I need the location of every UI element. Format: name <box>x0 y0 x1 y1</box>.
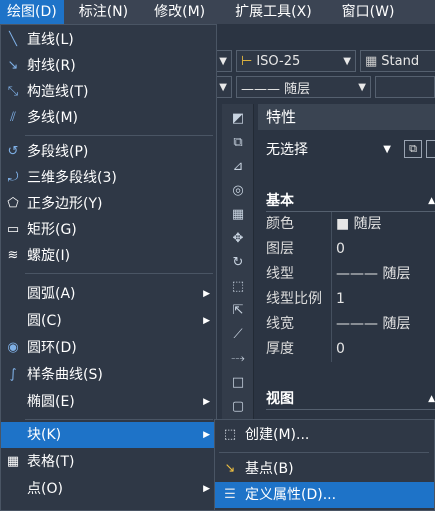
xline-icon: ⤡ <box>7 84 19 99</box>
mline-icon: ⫽ <box>10 110 16 125</box>
menu-item-line[interactable]: ╲ 直线(L) <box>1 27 216 53</box>
polyline-icon: ↺ <box>7 144 19 159</box>
move-icon[interactable]: ✥ <box>228 230 248 248</box>
prop-row-linetype-scale[interactable]: 线型比例 1 <box>266 287 435 312</box>
menu-item-helix[interactable]: ≋ 螺旋(I) <box>1 243 216 269</box>
menu-item-point[interactable]: 点(O) ▶ <box>1 476 216 502</box>
linetype-select[interactable]: ——— 随层 ▼ <box>236 76 371 98</box>
menu-window[interactable]: 窗口(W) <box>335 0 402 24</box>
menu-item-ellipse[interactable]: 椭圆(E) ▶ <box>1 389 216 415</box>
chevron-down-icon: ▼ <box>383 144 391 155</box>
chevron-right-icon: ▶ <box>203 397 210 407</box>
scale-icon[interactable]: ⬚ <box>228 278 248 296</box>
chevron-right-icon: ▶ <box>203 430 210 440</box>
3dpolyline-icon: ⤾ <box>7 170 19 185</box>
offset-icon[interactable]: ◎ <box>228 182 248 200</box>
donut-icon: ◉ <box>7 340 19 355</box>
menu-extension-tools[interactable]: 扩展工具(X) <box>228 0 319 24</box>
layer-toolbar: ▼ ——— 随层 ▼ <box>210 74 435 100</box>
menu-item-ray[interactable]: ↘ 射线(R) <box>1 53 216 79</box>
submenu-item-basepoint[interactable]: ↘ 基点(B) <box>215 456 434 482</box>
section-basic[interactable]: 基本 ▲ <box>266 190 435 212</box>
menu-item-donut[interactable]: ◉ 圆环(D) <box>1 335 216 361</box>
chevron-right-icon: ▶ <box>203 316 210 326</box>
attdef-icon: ☰ <box>224 487 236 502</box>
dimension-icon: ⊢ <box>241 53 253 69</box>
modify-toolbar: ◩ ⧉ ⊿ ◎ ▦ ✥ ↻ ⬚ ⇱ ⟋ ⤏ □ ▢ <box>222 104 254 444</box>
textstyle-select[interactable]: ▦ Stand <box>360 50 435 72</box>
submenu-item-define-attribute[interactable]: ☰ 定义属性(D)... <box>215 482 434 508</box>
menu-modify[interactable]: 修改(M) <box>147 0 212 24</box>
quick-select-icon[interactable]: ⧉ <box>404 140 422 158</box>
mirror-icon[interactable]: ⊿ <box>228 158 248 176</box>
submenu-item-create[interactable]: ⬚ 创建(M)... <box>215 422 434 448</box>
table-icon: ▦ <box>6 454 20 469</box>
menu-separator <box>25 135 213 136</box>
block-submenu: ⬚ 创建(M)... ↘ 基点(B) ☰ 定义属性(D)... <box>214 419 435 511</box>
menu-item-polyline[interactable]: ↺ 多段线(P) <box>1 139 216 165</box>
properties-title: 特性 <box>258 104 435 130</box>
rotate-icon[interactable]: ↻ <box>228 254 248 272</box>
line-icon: ╲ <box>9 32 17 47</box>
polygon-icon: ⬠ <box>7 196 19 211</box>
menu-draw[interactable]: 绘图(D) <box>0 0 64 24</box>
chevron-right-icon: ▶ <box>203 289 210 299</box>
toggle-pickadd-icon[interactable] <box>426 140 435 158</box>
extend-icon[interactable]: ⤏ <box>228 350 248 368</box>
prop-row-thickness[interactable]: 厚度 0 <box>266 337 435 362</box>
spline-icon: ∫ <box>9 367 17 382</box>
menu-item-3dpolyline[interactable]: ⤾ 三维多段线(3) <box>1 165 216 191</box>
menu-item-rectangle[interactable]: ▭ 矩形(G) <box>1 217 216 243</box>
basepoint-icon: ↘ <box>224 461 236 476</box>
menubar: 绘图(D) 标注(N) 修改(M) 扩展工具(X) 窗口(W) <box>0 0 435 24</box>
menu-item-table[interactable]: ▦ 表格(T) <box>1 449 216 475</box>
copy-icon[interactable]: ⧉ <box>228 134 248 152</box>
menu-item-spline[interactable]: ∫ 样条曲线(S) <box>1 362 216 388</box>
helix-icon: ≋ <box>7 248 19 263</box>
menu-separator <box>219 452 429 453</box>
prop-row-lineweight[interactable]: 线宽 ——— 随层 <box>266 312 435 337</box>
section-view[interactable]: 视图 ▲ <box>266 388 435 410</box>
selection-dropdown[interactable]: 无选择 ▼ <box>266 138 391 162</box>
prop-row-color[interactable]: 颜色 ■ 随层 <box>266 212 435 237</box>
lineweight-select[interactable] <box>375 76 435 98</box>
menu-item-polygon[interactable]: ⬠ 正多边形(Y) <box>1 191 216 217</box>
block-create-icon: ⬚ <box>223 427 237 442</box>
collapse-icon: ▲ <box>428 394 435 404</box>
menu-item-arc[interactable]: 圆弧(A) ▶ <box>1 281 216 307</box>
erase-icon[interactable]: ◩ <box>228 110 248 128</box>
menu-item-block[interactable]: 块(K) ▶ <box>1 422 216 448</box>
chevron-right-icon: ▶ <box>203 484 210 494</box>
break-icon[interactable]: □ <box>228 374 248 392</box>
stretch-icon[interactable]: ⇱ <box>228 302 248 320</box>
draw-menu: ╲ 直线(L) ↘ 射线(R) ⤡ 构造线(T) ⫽ 多线(M) ↺ 多段线(P) ⤾ 三维… <box>0 24 217 511</box>
dimstyle-select[interactable]: ⊢ ISO-25 ▼ <box>236 50 356 72</box>
join-icon[interactable]: ▢ <box>228 398 248 416</box>
array-icon[interactable]: ▦ <box>228 206 248 224</box>
rectangle-icon: ▭ <box>6 222 20 237</box>
menu-separator <box>25 273 213 274</box>
style-toolbar: ▼ ⊢ ISO-25 ▼ ▦ Stand <box>210 48 435 74</box>
ray-icon: ↘ <box>7 58 19 73</box>
menu-item-circle[interactable]: 圆(C) ▶ <box>1 308 216 334</box>
prop-row-layer[interactable]: 图层 0 <box>266 237 435 262</box>
menu-item-mline[interactable]: ⫽ 多线(M) <box>1 105 216 131</box>
trim-icon[interactable]: ⟋ <box>228 326 248 344</box>
prop-row-linetype[interactable]: 线型 ——— 随层 <box>266 262 435 287</box>
menu-dimension[interactable]: 标注(N) <box>72 0 135 24</box>
menu-separator <box>25 419 213 420</box>
table-style-icon: ▦ <box>365 53 378 69</box>
collapse-icon: ▲ <box>428 196 435 206</box>
menu-item-xline[interactable]: ⤡ 构造线(T) <box>1 79 216 105</box>
